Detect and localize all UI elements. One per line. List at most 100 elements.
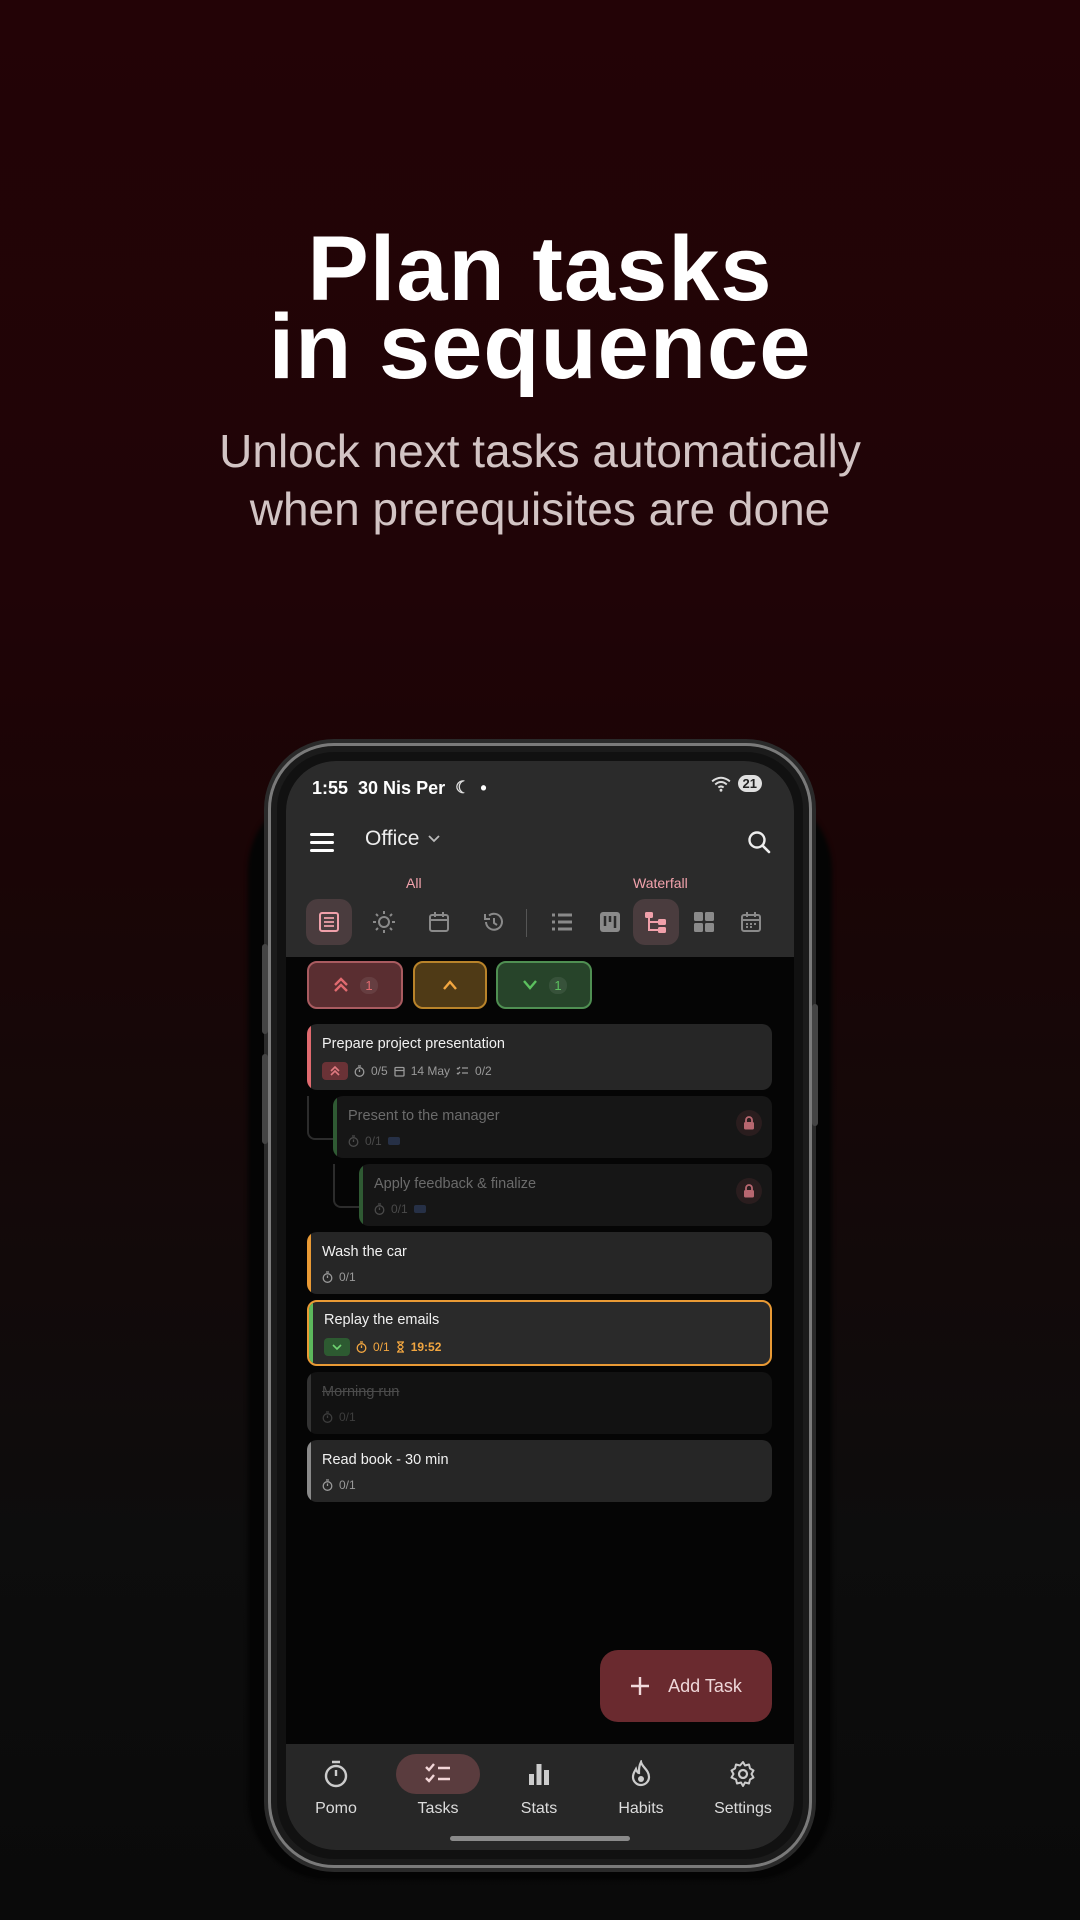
priority-bar: [307, 1024, 311, 1090]
priority-low-chip[interactable]: 1: [496, 961, 592, 1009]
view-grid-button[interactable]: [681, 899, 727, 945]
task-title: Replay the emails: [324, 1312, 440, 1328]
nav-settings[interactable]: Settings: [693, 1754, 793, 1818]
moon-icon: ☾: [455, 778, 471, 797]
list-box-icon: [319, 912, 339, 932]
view-list-button[interactable]: [539, 899, 585, 945]
nav-habits-label: Habits: [618, 1800, 664, 1817]
priority-low-badge: [324, 1338, 350, 1356]
due-date: 14 May: [410, 1064, 451, 1078]
app-bar: Office: [286, 817, 794, 873]
task-title: Wash the car: [322, 1244, 407, 1260]
task-meta: 0/1: [374, 1202, 426, 1216]
task-card-completed[interactable]: Morning run 0/1: [307, 1372, 772, 1434]
view-kanban-button[interactable]: [587, 899, 633, 945]
add-task-button[interactable]: Add Task: [600, 1650, 772, 1722]
subtasks-icon: [456, 1066, 469, 1075]
priority-bar: [359, 1164, 363, 1226]
filter-today-button[interactable]: [361, 899, 407, 945]
status-bar: 1:55 30 Nis Per ☾ •: [312, 773, 487, 803]
sun-icon: [373, 911, 395, 933]
nav-settings-icon-wrap: [701, 1754, 785, 1794]
headline: Plan tasks in sequence: [0, 223, 1080, 398]
pomodoro-count: 0/1: [339, 1410, 356, 1424]
view-toolbar: [306, 899, 786, 947]
lock-icon: [736, 1178, 762, 1204]
nav-habits-icon-wrap: [599, 1754, 683, 1794]
task-meta: 0/1: [322, 1270, 356, 1284]
calendar-icon: [429, 912, 449, 932]
view-calendar-button[interactable]: [728, 899, 774, 945]
task-meta: 0/1 19:52: [324, 1338, 441, 1356]
nav-pomo-icon-wrap: [294, 1754, 378, 1794]
nav-settings-label: Settings: [714, 1800, 772, 1817]
nav-stats[interactable]: Stats: [489, 1754, 589, 1818]
double-chevron-up-icon: [334, 977, 349, 992]
nav-habits[interactable]: Habits: [591, 1754, 691, 1818]
menu-icon[interactable]: [310, 833, 334, 853]
task-card-locked[interactable]: Apply feedback & finalize 0/1: [359, 1164, 772, 1226]
subheadline: Unlock next tasks automatically when pre…: [0, 422, 1080, 538]
chevron-up-icon: [443, 980, 457, 990]
nav-tasks-icon-wrap: [396, 1754, 480, 1794]
task-title: Morning run: [322, 1384, 400, 1400]
subtask-count: 0/2: [475, 1064, 492, 1078]
power-button: [812, 1004, 818, 1126]
bottom-navigation: Pomo Tasks Stats Habits Settings: [286, 1744, 794, 1850]
notification-dot: •: [480, 777, 487, 798]
nav-pomo[interactable]: Pomo: [286, 1754, 386, 1818]
priority-bar: [307, 1440, 311, 1502]
toolbar-divider: [526, 909, 527, 937]
calendar-grid-icon: [741, 912, 761, 932]
view-label-waterfall: Waterfall: [633, 875, 688, 891]
plus-icon: [631, 1677, 650, 1695]
timer-icon: [354, 1065, 365, 1077]
timer-icon: [374, 1203, 385, 1215]
priority-high-chip[interactable]: 1: [307, 961, 403, 1009]
task-card[interactable]: Prepare project presentation 0/5 14 May …: [307, 1024, 772, 1090]
nav-tasks[interactable]: Tasks: [388, 1754, 488, 1818]
task-meta: 0/5 14 May 0/2: [322, 1062, 492, 1080]
battery-indicator: 21: [737, 775, 762, 792]
priority-low-count: 1: [549, 976, 567, 994]
project-selector[interactable]: Office: [365, 827, 441, 851]
task-card-locked[interactable]: Present to the manager 0/1: [333, 1096, 772, 1158]
priority-bar: [307, 1232, 311, 1294]
view-waterfall-button[interactable]: [633, 899, 679, 945]
phone-screen: 1:55 30 Nis Per ☾ • 21 Office All Waterf…: [286, 761, 794, 1850]
filter-all-button[interactable]: [306, 899, 352, 945]
pomodoro-count: 0/1: [339, 1478, 356, 1492]
chevron-down-icon: [523, 980, 538, 990]
status-right: 21: [710, 775, 762, 792]
headline-line-2: in sequence: [268, 296, 812, 398]
priority-medium-chip[interactable]: [413, 961, 487, 1009]
subheadline-line-1: Unlock next tasks automatically: [219, 425, 861, 477]
pomodoro-count: 0/1: [373, 1340, 390, 1354]
dependency-connector: [333, 1164, 359, 1208]
nav-pomo-label: Pomo: [315, 1800, 357, 1817]
volume-button-down: [262, 1054, 268, 1144]
task-meta: 0/1: [322, 1478, 356, 1492]
task-title: Read book - 30 min: [322, 1452, 449, 1468]
timer-icon: [322, 1479, 333, 1491]
running-timer: 19:52: [410, 1340, 442, 1354]
subheadline-line-2: when prerequisites are done: [249, 483, 831, 535]
filter-upcoming-button[interactable]: [416, 899, 462, 945]
priority-high-count: 1: [360, 976, 378, 994]
filter-label-all: All: [406, 875, 422, 891]
status-date: 30 Nis Per: [358, 777, 446, 798]
chevron-down-icon: [428, 835, 441, 843]
priority-bar: [307, 1372, 311, 1434]
task-meta: 0/1: [348, 1134, 400, 1148]
project-name: Office: [365, 827, 420, 850]
filter-history-button[interactable]: [471, 899, 517, 945]
task-card[interactable]: Read book - 30 min 0/1: [307, 1440, 772, 1502]
task-card-active[interactable]: Replay the emails 0/1 19:52: [307, 1300, 772, 1366]
bar-chart-icon: [529, 1764, 549, 1785]
home-indicator[interactable]: [450, 1836, 630, 1841]
priority-bar: [309, 1302, 313, 1364]
hourglass-icon: [396, 1341, 404, 1353]
search-icon[interactable]: [746, 829, 772, 855]
task-card[interactable]: Wash the car 0/1: [307, 1232, 772, 1294]
timer-icon: [322, 1411, 333, 1423]
